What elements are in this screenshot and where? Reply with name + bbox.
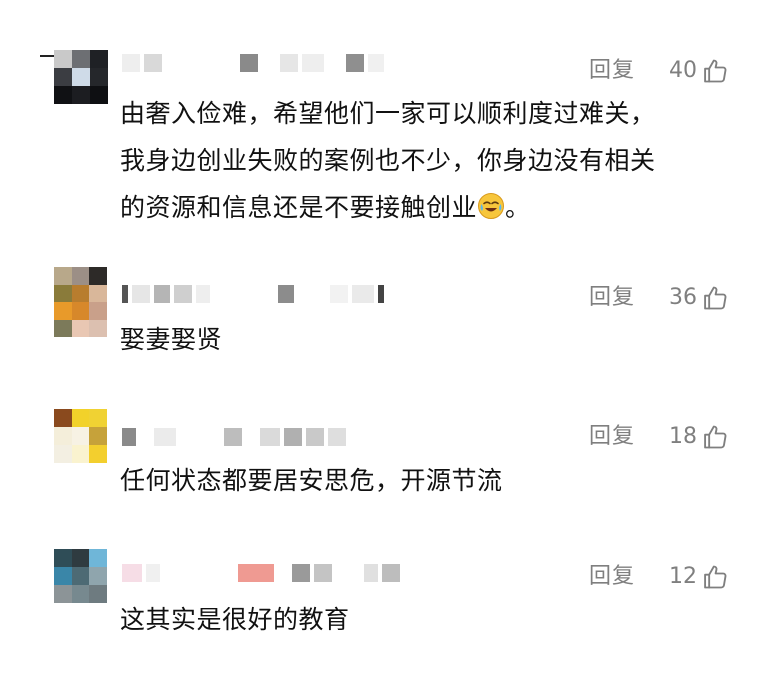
username-redacted[interactable]: [122, 426, 350, 448]
comment-text: 这其实是很好的教育: [120, 605, 350, 634]
thumbs-up-icon: [704, 425, 727, 449]
like-button[interactable]: 18: [669, 422, 729, 452]
thumbs-up-icon: [704, 59, 727, 83]
avatar[interactable]: [54, 409, 107, 463]
avatar[interactable]: [54, 267, 107, 337]
like-button[interactable]: 36: [669, 283, 729, 313]
comment-text: 娶妻娶贤: [120, 325, 223, 354]
reply-button[interactable]: 回复: [589, 283, 635, 313]
reply-button[interactable]: 回复: [589, 422, 635, 452]
like-button[interactable]: 12: [669, 562, 729, 592]
like-count: 18: [669, 424, 697, 449]
crying-laughing-emoji-icon: [478, 193, 505, 219]
like-count: 36: [669, 285, 697, 310]
reply-button[interactable]: 回复: [589, 562, 635, 592]
username-redacted[interactable]: [122, 562, 404, 584]
like-count: 40: [669, 58, 697, 83]
thumbs-up-icon: [704, 286, 727, 310]
like-button[interactable]: 40: [669, 56, 729, 86]
username-redacted[interactable]: [122, 283, 388, 305]
comment-text-end: 。: [505, 193, 531, 222]
comment-text-body: 由奢入俭难，希望他们一家可以顺利度过难关， 我身边创业失败的案例也不少，你身边没…: [120, 99, 656, 222]
avatar[interactable]: [54, 549, 107, 603]
reply-button[interactable]: 回复: [589, 56, 635, 86]
thumbs-up-icon: [704, 565, 727, 589]
username-redacted[interactable]: [122, 52, 388, 74]
comment-text: 任何状态都要居安思危，开源节流: [120, 466, 503, 495]
like-count: 12: [669, 564, 697, 589]
avatar[interactable]: [54, 50, 108, 104]
comment-text: 由奢入俭难，希望他们一家可以顺利度过难关， 我身边创业失败的案例也不少，你身边没…: [120, 90, 740, 231]
